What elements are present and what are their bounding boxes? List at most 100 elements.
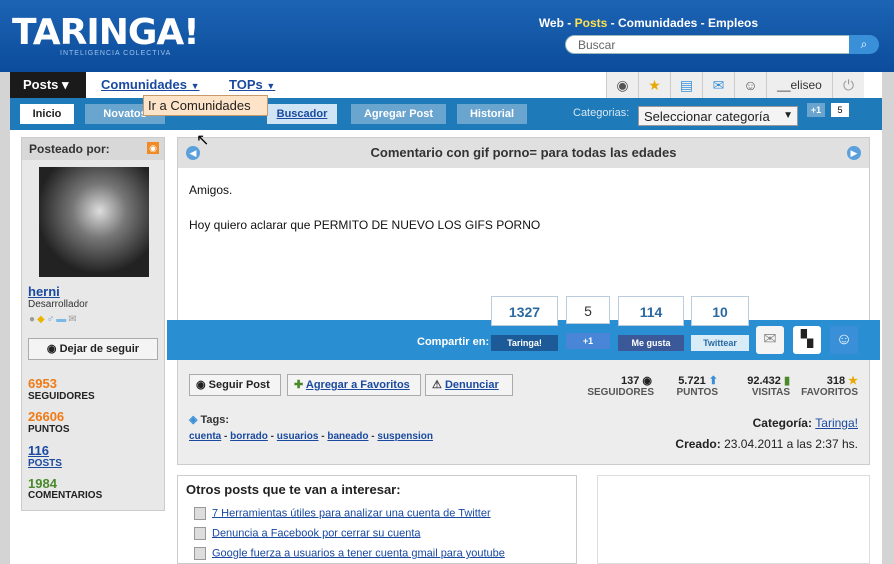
denunciar-button[interactable]: ⚠ Denunciar bbox=[425, 374, 513, 396]
post-category: Categoría: Taringa! bbox=[753, 416, 858, 430]
stat-posts-value[interactable]: 116 bbox=[28, 443, 49, 458]
unfollow-button[interactable]: ◉ Dejar de seguir bbox=[28, 338, 158, 360]
star-icon[interactable]: ★ bbox=[638, 72, 670, 98]
tab-posts[interactable]: Posts ▾ bbox=[10, 72, 86, 98]
taringa-logo[interactable]: TARINGA! bbox=[12, 12, 200, 53]
plusone-share-count: 5 bbox=[566, 296, 610, 324]
tag-link[interactable]: baneado bbox=[327, 431, 368, 442]
unfollow-label: Dejar de seguir bbox=[59, 343, 140, 355]
sub-nav: Inicio Novatos Buscador Agregar Post His… bbox=[10, 98, 882, 130]
username-link[interactable]: __eliseo bbox=[766, 72, 832, 98]
subnav-inicio[interactable]: Inicio bbox=[20, 104, 74, 124]
email-share-icon[interactable]: ✉ bbox=[756, 326, 784, 354]
delicious-share-icon[interactable]: ▚ bbox=[793, 326, 821, 354]
author-sidebar: Posteado por: ◉ herni Desarrollador ●◆♂▬… bbox=[21, 137, 165, 511]
subnav-buscador[interactable]: Buscador bbox=[267, 104, 337, 124]
warning-icon: ⚠ bbox=[432, 379, 442, 391]
dropdown-arrow-icon: ▼ bbox=[783, 110, 793, 121]
tag-link[interactable]: suspension bbox=[377, 431, 433, 442]
creado-label: Creado: bbox=[675, 437, 721, 451]
post-visitas-number: 92.432 bbox=[747, 375, 781, 387]
eye-icon: ◉ bbox=[642, 375, 652, 387]
eye-icon: ◉ bbox=[46, 343, 57, 355]
chevron-down-icon: ▼ bbox=[190, 81, 200, 91]
post-seguidores-label: SEGUIDORES bbox=[587, 387, 654, 398]
search-input[interactable]: Buscar bbox=[565, 35, 850, 54]
agregar-favoritos-button[interactable]: ✚ Agregar a Favoritos bbox=[287, 374, 421, 396]
ad-area bbox=[597, 475, 870, 564]
stat-comentarios-label: COMENTARIOS bbox=[28, 490, 103, 501]
tab-tops[interactable]: TOPs ▼ bbox=[229, 77, 275, 92]
comunidades-tooltip: Ir a Comunidades bbox=[143, 95, 268, 116]
category-link[interactable]: Taringa! bbox=[815, 416, 858, 430]
post-puntos-number: 5.721 bbox=[678, 375, 706, 387]
digg-share-icon[interactable]: ☺ bbox=[830, 326, 858, 354]
tag-link[interactable]: borrado bbox=[230, 431, 268, 442]
posteado-por-heading: Posteado por: bbox=[22, 138, 164, 160]
tab-tops-label: TOPs bbox=[229, 77, 263, 92]
plus-one-button[interactable]: +1 bbox=[807, 103, 825, 117]
plusone-share-button[interactable]: +1 bbox=[566, 333, 610, 349]
document-icon bbox=[194, 527, 206, 540]
category-select[interactable]: Seleccionar categoría ▼ bbox=[638, 106, 798, 126]
related-post-title: 7 Herramientas útiles para analizar una … bbox=[212, 507, 491, 520]
comunidades-link[interactable]: Comunidades bbox=[618, 16, 697, 30]
author-role: Desarrollador bbox=[28, 299, 89, 310]
tab-comunidades[interactable]: Comunidades ▼ bbox=[101, 77, 200, 92]
post-favoritos-label: FAVORITOS bbox=[801, 387, 858, 398]
subnav-agregar-post[interactable]: Agregar Post bbox=[351, 104, 446, 124]
male-icon: ♂ bbox=[46, 314, 57, 325]
related-post-title: Denuncia a Facebook por cerrar su cuenta bbox=[212, 527, 421, 540]
twitter-share-button[interactable]: Twittear bbox=[691, 335, 749, 351]
document-icon bbox=[194, 547, 206, 560]
arrow-up-icon: ⬆ bbox=[708, 375, 718, 387]
star-icon: ★ bbox=[848, 375, 858, 387]
mail-icon[interactable]: ✉ bbox=[702, 72, 734, 98]
facebook-like-button[interactable]: Me gusta bbox=[618, 335, 684, 351]
author-name[interactable]: herni bbox=[28, 284, 60, 299]
related-heading: Otros posts que te van a interesar: bbox=[186, 482, 401, 497]
categoria-label: Categoría: bbox=[752, 416, 812, 430]
related-posts: Otros posts que te van a interesar: 7 He… bbox=[177, 475, 577, 564]
posts-link[interactable]: Posts bbox=[575, 16, 608, 30]
top-links-sep: - bbox=[563, 16, 575, 30]
post-favoritos-number: 318 bbox=[826, 375, 846, 387]
avatar[interactable] bbox=[39, 167, 149, 277]
mail-icon[interactable]: ✉ bbox=[68, 314, 78, 325]
eye-icon[interactable]: ◉ bbox=[606, 72, 638, 98]
mouse-cursor-icon: ↖ bbox=[196, 132, 210, 149]
post-body-line: Hoy quiero aclarar que PERMITO DE NUEVO … bbox=[189, 218, 541, 232]
web-link[interactable]: Web bbox=[539, 16, 564, 30]
bar-chart-icon: ▮ bbox=[783, 375, 790, 387]
stat-puntos-label: PUNTOS bbox=[28, 424, 70, 435]
stat-seguidores-label: SEGUIDORES bbox=[28, 391, 95, 402]
creado-value: 23.04.2011 a las 2:37 hs. bbox=[724, 437, 858, 451]
related-post-link[interactable]: 7 Herramientas útiles para analizar una … bbox=[194, 507, 491, 520]
main-nav: Posts ▾ Comunidades ▼ TOPs ▼ ◉ ★ ▤ ✉ ☺ _… bbox=[10, 72, 882, 98]
related-post-link[interactable]: Google fuerza a usuarios a tener cuenta … bbox=[194, 547, 505, 560]
seguir-post-button[interactable]: ◉ Seguir Post bbox=[189, 374, 281, 396]
tag-link[interactable]: cuenta bbox=[189, 431, 221, 442]
stat-puntos-value: 26606 bbox=[28, 409, 65, 424]
tag-link[interactable]: usuarios bbox=[277, 431, 319, 442]
people-icon[interactable]: ☺ bbox=[734, 72, 766, 98]
logout-icon[interactable]: ⏻ bbox=[832, 72, 864, 98]
next-post-icon[interactable]: ▶ bbox=[847, 146, 861, 160]
author-badges: ●◆♂▬✉ bbox=[29, 314, 79, 325]
plus-one-count: 5 bbox=[831, 103, 849, 117]
taringa-share-button[interactable]: Taringa! bbox=[491, 335, 558, 351]
tags-list: cuenta - borrado - usuarios - baneado - … bbox=[189, 431, 433, 442]
empleos-link[interactable]: Empleos bbox=[708, 16, 758, 30]
search-button[interactable]: ⌕ bbox=[849, 35, 879, 54]
chevron-down-icon: ▼ bbox=[266, 81, 276, 91]
top-links: Web - Posts - Comunidades - Empleos bbox=[539, 16, 758, 30]
post-favoritos-value: 318 ★ bbox=[800, 374, 858, 387]
document-icon[interactable]: ▤ bbox=[670, 72, 702, 98]
facebook-share-count: 114 bbox=[618, 296, 684, 326]
subnav-historial[interactable]: Historial bbox=[457, 104, 527, 124]
rss-icon[interactable]: ◉ bbox=[147, 142, 159, 154]
related-post-link[interactable]: Denuncia a Facebook por cerrar su cuenta bbox=[194, 527, 421, 540]
stat-posts-label[interactable]: POSTS bbox=[28, 458, 62, 469]
top-links-sep: - bbox=[697, 16, 708, 30]
seguir-post-label: Seguir Post bbox=[208, 379, 270, 391]
